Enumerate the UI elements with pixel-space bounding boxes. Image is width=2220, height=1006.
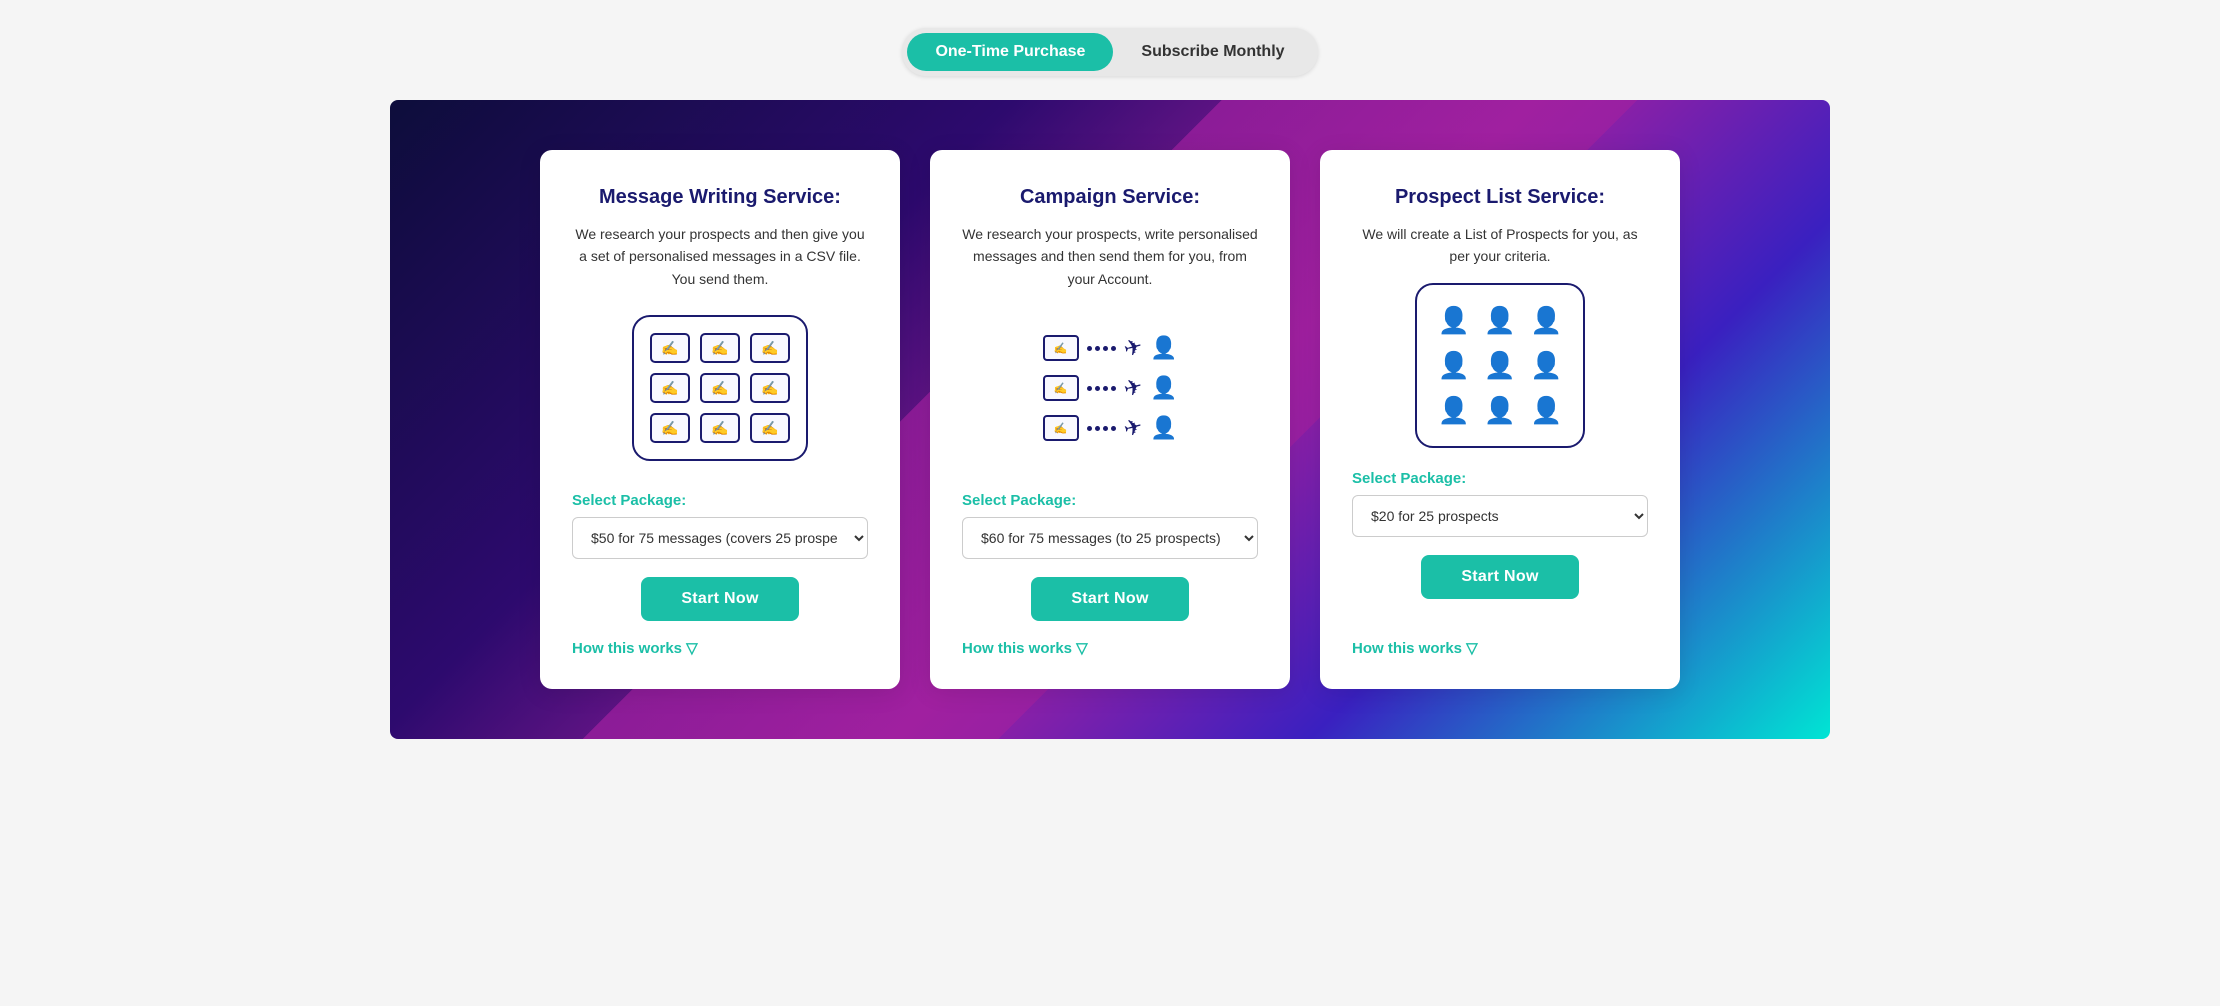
- msg-icon-7: [650, 413, 690, 443]
- prospect-person-9: 👤: [1530, 395, 1562, 426]
- msg-icon-2: [700, 333, 740, 363]
- message-writing-title: Message Writing Service:: [599, 186, 841, 209]
- message-writing-select-label: Select Package:: [572, 492, 686, 509]
- one-time-purchase-button[interactable]: One-Time Purchase: [907, 33, 1113, 71]
- msg-icon-6: [750, 373, 790, 403]
- message-writing-illustration: [630, 308, 810, 468]
- campaign-person-1: 👤: [1150, 335, 1177, 361]
- campaign-msg-icon-3: ✍: [1043, 415, 1079, 441]
- prospect-person-5: 👤: [1484, 350, 1516, 381]
- campaign-row-2: ✍ ✈ 👤: [1043, 375, 1178, 401]
- prospect-person-1: 👤: [1437, 305, 1469, 336]
- prospect-list-start-button[interactable]: Start Now: [1421, 555, 1578, 599]
- msg-icon-9: [750, 413, 790, 443]
- campaign-title: Campaign Service:: [1020, 186, 1200, 209]
- prospect-person-6: 👤: [1530, 350, 1562, 381]
- prospect-list-select-label: Select Package:: [1352, 470, 1466, 487]
- message-writing-start-button[interactable]: Start Now: [641, 577, 798, 621]
- campaign-arrow-3: ✈: [1121, 413, 1146, 443]
- message-writing-card: Message Writing Service: We research you…: [540, 150, 900, 689]
- message-writing-desc: We research your prospects and then give…: [572, 223, 868, 290]
- campaign-desc: We research your prospects, write person…: [962, 223, 1258, 290]
- campaign-how-link[interactable]: How this works ▽: [962, 639, 1088, 657]
- campaign-row-3: ✍ ✈ 👤: [1043, 415, 1178, 441]
- campaign-msg-icon-2: ✍: [1043, 375, 1079, 401]
- campaign-illustration: ✍ ✈ 👤 ✍ ✈ 👤 ✍: [1020, 308, 1200, 468]
- prospect-list-how-link[interactable]: How this works ▽: [1352, 639, 1478, 657]
- prospect-person-4: 👤: [1437, 350, 1469, 381]
- prospect-person-8: 👤: [1484, 395, 1516, 426]
- msg-icon-4: [650, 373, 690, 403]
- msg-icon-5: [700, 373, 740, 403]
- prospect-list-desc: We will create a List of Prospects for y…: [1352, 223, 1648, 268]
- prospect-list-title: Prospect List Service:: [1395, 186, 1605, 209]
- pricing-banner: Message Writing Service: We research you…: [390, 100, 1830, 739]
- message-writing-package-select[interactable]: $50 for 75 messages (covers 25 prospects…: [572, 517, 868, 559]
- campaign-dots-3: [1087, 426, 1116, 431]
- prospect-people-icon: 👤 👤 👤 👤 👤 👤 👤 👤 👤: [1415, 283, 1584, 448]
- msg-icon-3: [750, 333, 790, 363]
- prospect-person-3: 👤: [1530, 305, 1562, 336]
- message-writing-how-link[interactable]: How this works ▽: [572, 639, 698, 657]
- prospect-person-2: 👤: [1484, 305, 1516, 336]
- msg-icon-8: [700, 413, 740, 443]
- campaign-select-label: Select Package:: [962, 492, 1076, 509]
- subscribe-monthly-button[interactable]: Subscribe Monthly: [1113, 33, 1312, 71]
- campaign-row-1: ✍ ✈ 👤: [1043, 335, 1178, 361]
- prospect-list-illustration: 👤 👤 👤 👤 👤 👤 👤 👤 👤: [1410, 286, 1590, 446]
- message-grid-icon: [632, 315, 808, 461]
- campaign-start-button[interactable]: Start Now: [1031, 577, 1188, 621]
- purchase-toggle: One-Time Purchase Subscribe Monthly: [902, 28, 1317, 76]
- campaign-card: Campaign Service: We research your prosp…: [930, 150, 1290, 689]
- campaign-msg-icon-1: ✍: [1043, 335, 1079, 361]
- prospect-person-7: 👤: [1437, 395, 1469, 426]
- campaign-person-2: 👤: [1150, 375, 1177, 401]
- prospect-list-package-select[interactable]: $20 for 25 prospects $35 for 50 prospect…: [1352, 495, 1648, 537]
- campaign-arrow-1: ✈: [1121, 333, 1146, 363]
- prospect-list-card: Prospect List Service: We will create a …: [1320, 150, 1680, 689]
- campaign-arrow-2: ✈: [1121, 373, 1146, 403]
- campaign-package-select[interactable]: $60 for 75 messages (to 25 prospects) $1…: [962, 517, 1258, 559]
- campaign-dots-1: [1087, 346, 1116, 351]
- campaign-dots-2: [1087, 386, 1116, 391]
- msg-icon-1: [650, 333, 690, 363]
- campaign-person-3: 👤: [1150, 415, 1177, 441]
- campaign-icon: ✍ ✈ 👤 ✍ ✈ 👤 ✍: [1043, 335, 1178, 441]
